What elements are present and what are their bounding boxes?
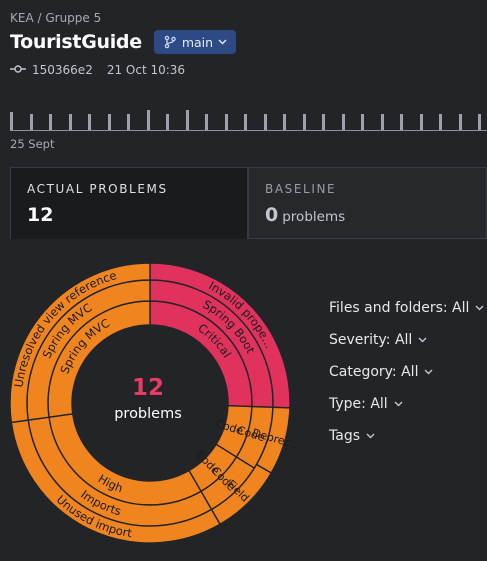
timeline-commit-tick[interactable]	[400, 114, 403, 130]
chevron-down-icon	[424, 369, 433, 375]
tab-count: 12	[27, 204, 54, 226]
commit-date: 21 Oct 10:36	[106, 63, 186, 77]
timeline-commit-tick[interactable]	[49, 114, 52, 130]
git-commit-icon	[10, 63, 26, 77]
center-problem-count: 12	[131, 375, 164, 401]
chevron-down-icon	[475, 305, 484, 311]
timeline-commit-tick[interactable]	[478, 114, 481, 130]
timeline-commit-tick[interactable]	[283, 114, 286, 130]
commit-hash[interactable]: 150366e2	[32, 63, 93, 77]
timeline-commit-tick[interactable]	[224, 114, 228, 130]
chevron-down-icon	[366, 433, 375, 439]
timeline-commit-tick[interactable]	[146, 110, 150, 130]
timeline-commit-tick[interactable]	[341, 114, 345, 130]
timeline-commit-tick[interactable]	[107, 114, 111, 130]
timeline-commit-tick[interactable]	[88, 114, 91, 130]
chevron-down-icon	[394, 401, 403, 407]
timeline-commit-tick[interactable]	[458, 114, 462, 130]
timeline-commit-tick[interactable]	[205, 114, 208, 130]
page-title: TouristGuide	[10, 31, 142, 53]
timeline-commit-tick[interactable]	[380, 114, 384, 130]
git-branch-icon	[163, 35, 177, 49]
filter-files-and-folders[interactable]: Files and folders: All	[329, 297, 484, 319]
filter-tags[interactable]: Tags	[329, 425, 484, 447]
project-header: TouristGuide main	[10, 30, 237, 54]
timeline-commit-tick[interactable]	[361, 114, 364, 130]
filter-type[interactable]: Type: All	[329, 393, 484, 415]
timeline-commit-tick[interactable]	[29, 114, 33, 130]
chevron-down-icon	[218, 39, 227, 45]
timeline-commit-tick[interactable]	[68, 114, 72, 130]
filter-category[interactable]: Category: All	[329, 361, 484, 383]
center-problem-unit: problems	[114, 406, 182, 422]
timeline-commit-tick[interactable]	[439, 114, 442, 130]
timeline-commit-tick[interactable]	[127, 114, 130, 130]
timeline-commit-tick[interactable]	[10, 112, 13, 130]
timeline-commit-tick[interactable]	[263, 114, 267, 130]
chevron-down-icon	[418, 337, 427, 343]
timeline-commit-tick[interactable]	[322, 114, 325, 130]
timeline-start-label: 25 Sept	[10, 137, 55, 151]
branch-name: main	[181, 34, 214, 50]
timeline-commit-tick[interactable]	[166, 114, 169, 130]
timeline-commit-tick[interactable]	[244, 114, 247, 130]
filter-severity[interactable]: Severity: All	[329, 329, 484, 351]
tab-baseline[interactable]: BASELINE 0 problems	[248, 167, 487, 239]
branch-selector-button[interactable]: main	[153, 30, 237, 54]
commit-info: 150366e2 21 Oct 10:36	[10, 63, 185, 77]
tab-actual-problems[interactable]: ACTUAL PROBLEMS 12	[10, 167, 248, 239]
tab-count: 0 problems	[265, 204, 346, 226]
timeline-commit-tick[interactable]	[419, 114, 423, 130]
timeline-commit-tick[interactable]	[302, 114, 306, 130]
commit-timeline[interactable]	[10, 106, 487, 130]
timeline-axis	[10, 130, 487, 131]
timeline-commit-tick[interactable]	[185, 110, 189, 130]
breadcrumb[interactable]: KEA / Gruppe 5	[10, 11, 101, 25]
filters-panel: Files and folders: All Severity: All Cat…	[329, 297, 484, 457]
problem-tabs: ACTUAL PROBLEMS 12 BASELINE 0 problems	[10, 167, 487, 239]
tab-label: ACTUAL PROBLEMS	[27, 182, 168, 196]
tab-label: BASELINE	[265, 182, 337, 196]
